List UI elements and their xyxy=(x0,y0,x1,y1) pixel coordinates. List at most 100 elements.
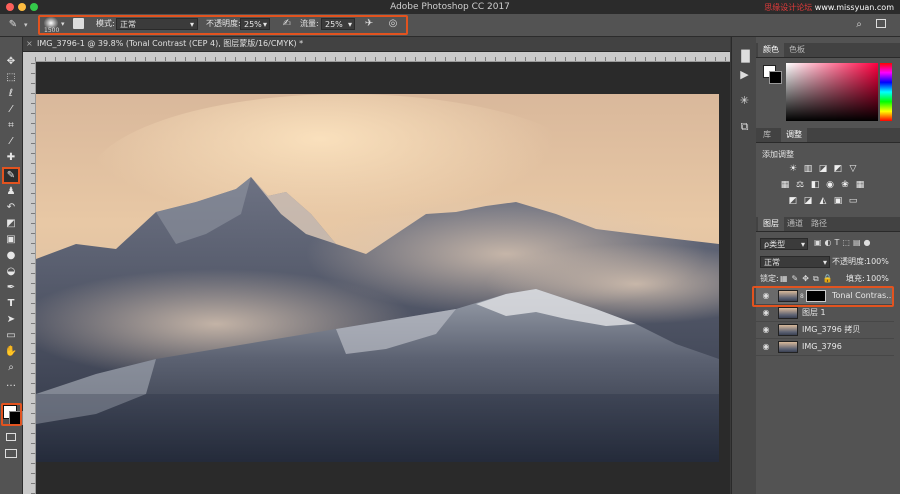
history-panel-icon[interactable]: ⧉ xyxy=(737,119,752,134)
opacity-label: 不透明度: xyxy=(206,19,241,28)
search-icon[interactable]: ⌕ xyxy=(852,18,866,32)
title-bar: Adobe Photoshop CC 2017 思缘设计论坛 www.missy… xyxy=(0,0,900,15)
layer-filter-select[interactable]: ρ类型 ▾ xyxy=(760,238,808,250)
minimize-window-button[interactable] xyxy=(18,3,26,11)
tab-swatches[interactable]: 色板 xyxy=(784,43,810,57)
ruler-origin[interactable] xyxy=(23,52,35,61)
color-lookup-icon[interactable]: ▦ xyxy=(855,180,865,190)
layer-thumbnail xyxy=(778,324,798,336)
color-balance-icon[interactable]: ⚖ xyxy=(795,180,805,190)
tab-adjustments[interactable]: 调整 xyxy=(781,128,807,142)
color-field[interactable] xyxy=(786,63,878,121)
quick-mask-icon[interactable] xyxy=(6,433,16,441)
flow-input[interactable]: 25% ▾ xyxy=(321,18,355,30)
close-doc-icon[interactable]: × xyxy=(26,37,33,51)
selective-color-icon[interactable]: ▣ xyxy=(833,196,843,206)
tab-layers[interactable]: 图层 xyxy=(758,217,784,231)
lasso-icon[interactable]: ℓ xyxy=(3,87,19,101)
crop-icon[interactable]: ⌗ xyxy=(3,119,19,133)
vibrance-icon[interactable]: ▽ xyxy=(848,164,858,174)
properties-icon[interactable]: ✳ xyxy=(737,93,752,108)
visibility-eye-icon[interactable]: ◉ xyxy=(760,324,772,336)
layer-filter-icons[interactable]: ▣◐T⬚▤● xyxy=(814,238,874,247)
move-icon[interactable]: ✥ xyxy=(3,55,19,69)
collapsed-panels-dock: ▐▌ ▶ ✳ ⧉ xyxy=(731,37,758,494)
airbrush-icon[interactable]: ✈ xyxy=(362,17,376,31)
document-tab[interactable]: × IMG_3796-1 @ 39.8% (Tonal Contrast (CE… xyxy=(23,37,730,52)
lock-icons[interactable]: ▦✎✥⧉🔒 xyxy=(780,273,837,285)
blend-mode-select[interactable]: 正常 ▾ xyxy=(760,256,830,268)
brush-size: 1500 xyxy=(44,27,60,34)
pressure-size-icon[interactable]: ◎ xyxy=(386,17,400,31)
play-action-icon[interactable]: ▶ xyxy=(737,67,752,82)
channel-mixer-icon[interactable]: ❀ xyxy=(840,180,850,190)
layer-thumbnail xyxy=(778,307,798,319)
dodge-icon[interactable]: ◒ xyxy=(3,265,19,279)
stamp-icon[interactable]: ♟ xyxy=(3,185,19,199)
watermark: 思缘设计论坛 www.missyuan.com xyxy=(764,3,894,12)
tool-preset-dropdown[interactable]: ▾ xyxy=(24,21,28,29)
healing-icon[interactable]: ✚ xyxy=(3,151,19,165)
photo-filter-icon[interactable]: ◉ xyxy=(825,180,835,190)
posterize-icon[interactable]: ◪ xyxy=(803,196,813,206)
panel-collapse-icon[interactable]: ▐▌ xyxy=(737,49,754,64)
more-tools-icon[interactable]: … xyxy=(3,377,19,391)
gradient-icon[interactable]: ▣ xyxy=(3,233,19,247)
zoom-icon[interactable]: ⌕ xyxy=(3,361,19,375)
color-bg-swatch[interactable] xyxy=(769,71,782,84)
threshold-icon[interactable]: ◭ xyxy=(818,196,828,206)
maximize-window-button[interactable] xyxy=(30,3,38,11)
hand-icon[interactable]: ✋ xyxy=(3,345,19,359)
brush-tool-icon[interactable]: ✎ xyxy=(6,18,20,32)
tab-libraries[interactable]: 库 xyxy=(758,128,776,142)
flow-label: 流量: xyxy=(300,19,319,28)
rectangle-icon[interactable]: ▭ xyxy=(3,329,19,343)
layer-name: IMG_3796 xyxy=(802,342,842,351)
path-select-icon[interactable]: ➤ xyxy=(3,313,19,327)
blur-icon[interactable]: ● xyxy=(3,249,19,263)
tab-color[interactable]: 颜色 xyxy=(758,43,784,57)
type-icon[interactable]: T xyxy=(3,297,19,311)
tab-channels[interactable]: 通道 xyxy=(782,217,808,231)
layer-opacity-label: 不透明度: xyxy=(832,257,867,266)
brush-panel-toggle-icon[interactable] xyxy=(73,18,84,29)
brush-picker-dropdown[interactable]: ▾ xyxy=(61,20,65,28)
tab-paths[interactable]: 路径 xyxy=(806,217,832,231)
curves-icon[interactable]: ◪ xyxy=(818,164,828,174)
layers-panel-tabs: 图层 通道 路径 xyxy=(756,217,900,232)
fill-value[interactable]: 100% xyxy=(866,273,889,285)
horizontal-ruler[interactable] xyxy=(35,52,730,62)
black-white-icon[interactable]: ◧ xyxy=(810,180,820,190)
visibility-eye-icon[interactable]: ◉ xyxy=(760,307,772,319)
layer-row[interactable]: ◉ 图层 1 xyxy=(756,305,894,322)
mode-select[interactable]: 正常 ▾ xyxy=(116,18,198,30)
close-window-button[interactable] xyxy=(6,3,14,11)
document-image[interactable] xyxy=(36,94,719,462)
opacity-input[interactable]: 25% ▾ xyxy=(240,18,270,30)
layer-row[interactable]: ◉ IMG_3796 xyxy=(756,339,894,356)
pen-icon[interactable]: ✒ xyxy=(3,281,19,295)
hue-slider[interactable] xyxy=(880,63,892,121)
vertical-ruler[interactable] xyxy=(23,61,36,494)
lock-label: 锁定: xyxy=(760,274,779,283)
history-brush-icon[interactable]: ↶ xyxy=(3,201,19,215)
levels-icon[interactable]: ▥ xyxy=(803,164,813,174)
layer-opacity-value[interactable]: 100% xyxy=(866,256,889,268)
brightness-contrast-icon[interactable]: ☀ xyxy=(788,164,798,174)
quick-select-icon[interactable]: ⁄ xyxy=(3,103,19,117)
workspace-icon[interactable] xyxy=(876,19,886,28)
adjustments-panel-tabs: 库 调整 xyxy=(756,128,900,143)
brush-icon[interactable]: ✎ xyxy=(2,167,20,184)
layer-row[interactable]: ◉ IMG_3796 拷贝 xyxy=(756,322,894,339)
visibility-eye-icon[interactable]: ◉ xyxy=(760,341,772,353)
eyedropper-icon[interactable]: ⁄ xyxy=(3,135,19,149)
screen-mode-icon[interactable] xyxy=(5,449,17,458)
pressure-opacity-icon[interactable]: ✍ xyxy=(280,17,294,31)
marquee-icon[interactable]: ⬚ xyxy=(3,71,19,85)
exposure-icon[interactable]: ◩ xyxy=(833,164,843,174)
gradient-map-icon[interactable]: ▭ xyxy=(848,196,858,206)
mode-label: 模式: xyxy=(96,19,115,28)
eraser-icon[interactable]: ◩ xyxy=(3,217,19,231)
invert-icon[interactable]: ◩ xyxy=(788,196,798,206)
hue-saturation-icon[interactable]: ▦ xyxy=(780,180,790,190)
